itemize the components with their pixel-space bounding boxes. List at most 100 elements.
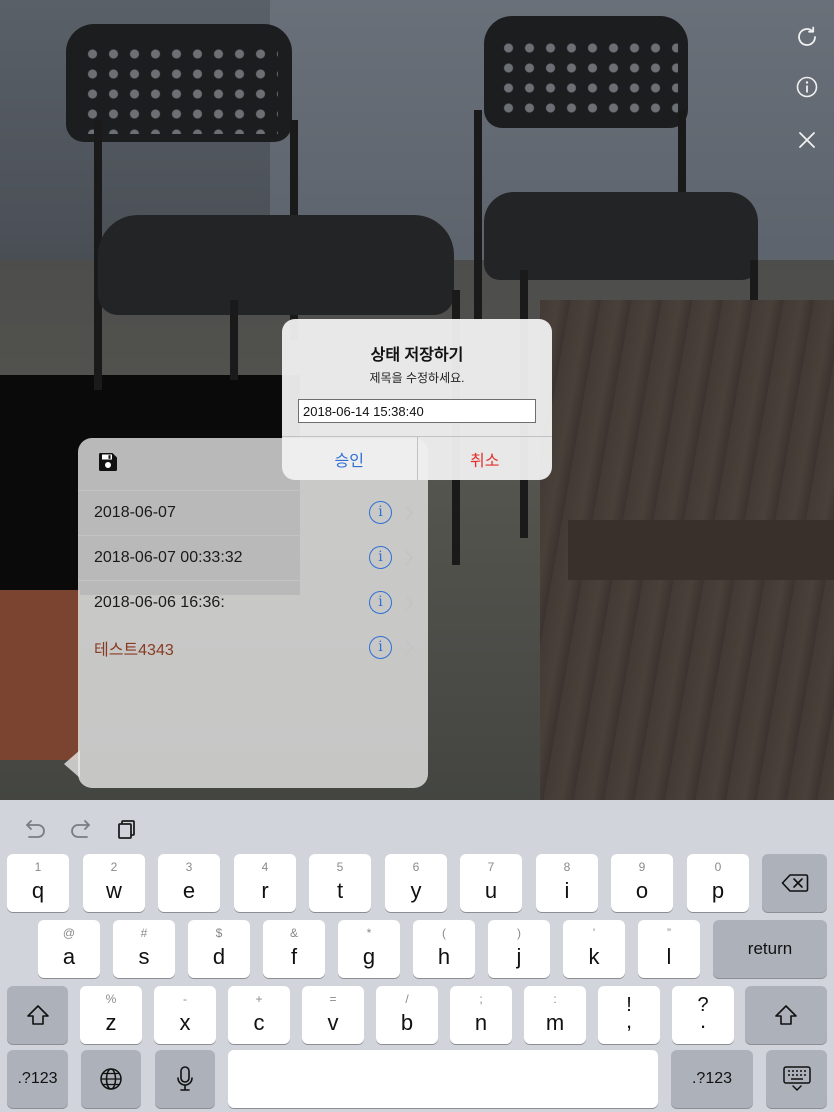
- chair-right-leg: [750, 260, 758, 300]
- key-label: i: [564, 878, 570, 903]
- key-row1-8[interactable]: 9o: [611, 854, 673, 912]
- close-icon[interactable]: [794, 127, 820, 153]
- key-hint: (: [442, 926, 446, 940]
- chair-right-leg: [474, 110, 482, 320]
- delete-key[interactable]: [762, 854, 827, 912]
- key-row3-0[interactable]: % z: [80, 986, 142, 1044]
- key-row3-8[interactable]: ?.: [672, 986, 734, 1044]
- info-icon[interactable]: i: [369, 636, 392, 659]
- key-label: a: [62, 944, 76, 969]
- key-hint: -: [183, 992, 187, 1006]
- key-row3-1[interactable]: -x: [154, 986, 216, 1044]
- key-row3-4[interactable]: / b: [376, 986, 438, 1044]
- key-row1-5[interactable]: 6y: [385, 854, 447, 912]
- key-row3-2[interactable]: + c: [228, 986, 290, 1044]
- key-hint: ;: [479, 992, 483, 1006]
- info-icon[interactable]: i: [369, 546, 392, 569]
- key-hint: 5: [336, 860, 344, 874]
- key-row2-5[interactable]: (h: [413, 920, 475, 978]
- info-icon[interactable]: i: [369, 591, 392, 614]
- key-hint: ”: [667, 926, 671, 940]
- shift-key-left[interactable]: [7, 986, 68, 1044]
- key-label: s: [138, 944, 150, 969]
- numbers-key-left[interactable]: .?123: [7, 1050, 68, 1108]
- cancel-button[interactable]: 취소: [418, 437, 553, 480]
- key-row2-6[interactable]: ) j: [488, 920, 550, 978]
- key-hint: 9: [638, 860, 646, 874]
- key-label: p: [711, 878, 725, 903]
- key-hint: :: [553, 992, 557, 1006]
- confirm-button[interactable]: 승인: [282, 437, 418, 480]
- rug: [0, 590, 80, 760]
- title-input[interactable]: [298, 399, 536, 423]
- numbers-key-right[interactable]: .?123: [671, 1050, 753, 1108]
- list-item[interactable]: 2018-06-07 00:33:32 i: [78, 535, 428, 580]
- onscreen-keyboard: return .?123 .?123 1 q 2 w 3 e 4 r 5 t 6 y 7 u 8 i 9 o 0 p @…: [0, 800, 834, 1112]
- refresh-icon[interactable]: [794, 24, 820, 50]
- list-item[interactable]: 2018-06-07 i: [78, 490, 428, 535]
- dismiss-keyboard-key[interactable]: [766, 1050, 827, 1108]
- redo-icon[interactable]: [68, 816, 94, 842]
- key-label: o: [635, 878, 649, 903]
- chevron-right-icon: [405, 505, 414, 521]
- globe-key[interactable]: [81, 1050, 141, 1108]
- chair-right-back: [484, 16, 688, 128]
- key-hint: 8: [563, 860, 571, 874]
- key-row2-8[interactable]: ” l: [638, 920, 700, 978]
- key-label: y: [410, 878, 422, 903]
- key-row3-3[interactable]: = v: [302, 986, 364, 1044]
- key-hint: $: [215, 926, 223, 940]
- key-row2-4[interactable]: * g: [338, 920, 400, 978]
- info-icon[interactable]: [794, 74, 820, 100]
- key-label: u: [484, 878, 498, 903]
- shift-icon: [7, 986, 68, 1044]
- key-hint: 0: [714, 860, 722, 874]
- delete-icon: [762, 854, 827, 912]
- undo-icon[interactable]: [22, 816, 48, 842]
- key-label: z: [105, 1010, 117, 1035]
- key-row2-1[interactable]: # s: [113, 920, 175, 978]
- key-row1-7[interactable]: 8i: [536, 854, 598, 912]
- key-row3-5[interactable]: ; n: [450, 986, 512, 1044]
- shift-icon: [745, 986, 827, 1044]
- space-key[interactable]: [228, 1050, 658, 1108]
- key-row3-7[interactable]: !,: [598, 986, 660, 1044]
- key-hint: @: [62, 926, 76, 940]
- key-row2-7[interactable]: ’ k: [563, 920, 625, 978]
- key-row1-4[interactable]: 5t: [309, 854, 371, 912]
- key-label: ,: [625, 1008, 633, 1033]
- paste-icon[interactable]: [114, 816, 140, 842]
- shift-key-right[interactable]: [745, 986, 827, 1044]
- key-row1-0[interactable]: 1q: [7, 854, 69, 912]
- key-row3-6[interactable]: :m: [524, 986, 586, 1044]
- alert-title: 상태 저장하기: [370, 347, 464, 364]
- key-label: l: [666, 944, 672, 969]
- key-label: m: [545, 1010, 565, 1035]
- return-key[interactable]: return: [713, 920, 827, 978]
- key-hint: 7: [487, 860, 495, 874]
- key-row1-9[interactable]: 0p: [687, 854, 749, 912]
- save-icon[interactable]: [98, 453, 118, 476]
- dictation-key[interactable]: [155, 1050, 215, 1108]
- save-state-alert: 상태 저장하기 제목을 수정하세요. 승인 취소: [282, 319, 552, 480]
- alert-button-bar: 승인 취소: [282, 436, 552, 480]
- saved-states-popover: 2018-06-07 i 2018-06-07 00:33:32 i 2018-…: [78, 438, 428, 788]
- key-row1-2[interactable]: 3e: [158, 854, 220, 912]
- key-label: x: [179, 1010, 191, 1035]
- chevron-right-icon: [405, 550, 414, 566]
- info-icon[interactable]: i: [369, 501, 392, 524]
- key-row1-3[interactable]: 4r: [234, 854, 296, 912]
- key-hint: 3: [185, 860, 193, 874]
- key-row2-3[interactable]: & f: [263, 920, 325, 978]
- key-row2-2[interactable]: $ d: [188, 920, 250, 978]
- list-item[interactable]: 2018-06-06 16:36: i: [78, 580, 428, 625]
- empty-list-row: [78, 715, 428, 760]
- key-label: f: [290, 944, 298, 969]
- key-row1-6[interactable]: 7u: [460, 854, 522, 912]
- key-label: k: [588, 944, 600, 969]
- list-item[interactable]: 테스트4343 i: [78, 625, 428, 670]
- key-hint: #: [140, 926, 148, 940]
- key-row1-1[interactable]: 2w: [83, 854, 145, 912]
- key-hint: 2: [110, 860, 118, 874]
- key-row2-0[interactable]: @ a: [38, 920, 100, 978]
